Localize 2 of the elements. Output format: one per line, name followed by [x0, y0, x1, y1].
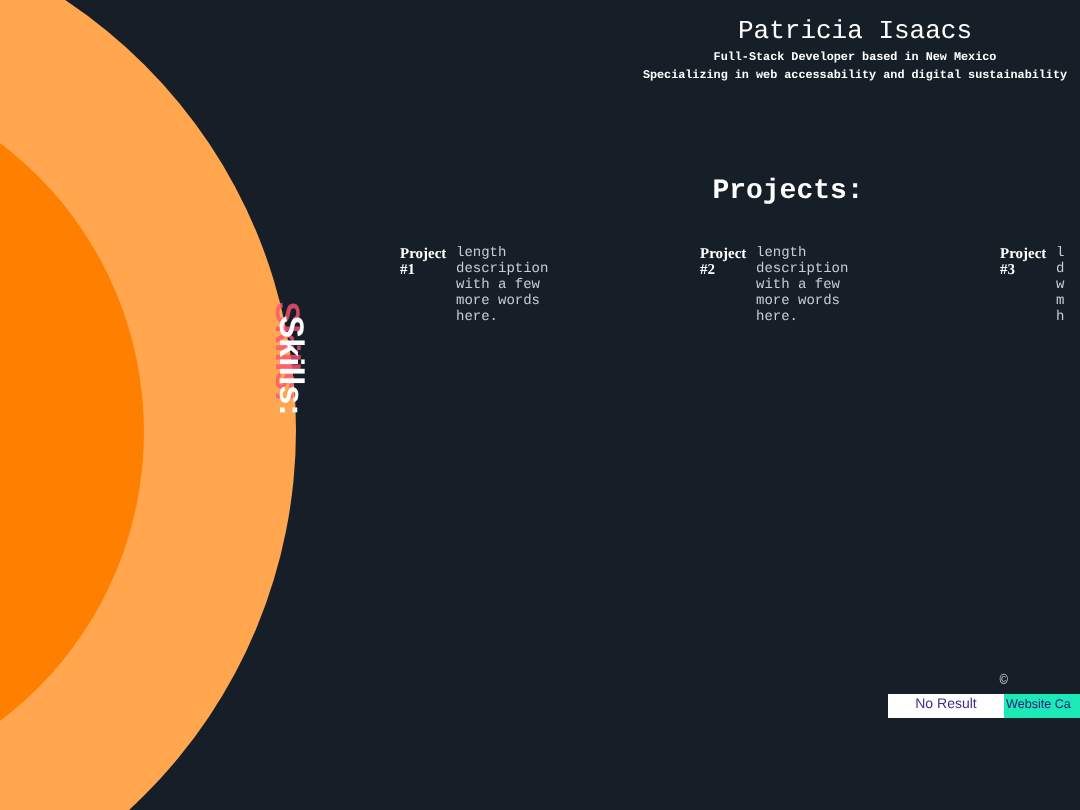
- projects-heading: Projects:: [710, 174, 866, 212]
- name-heading: Patricia Isaacs: [735, 16, 975, 48]
